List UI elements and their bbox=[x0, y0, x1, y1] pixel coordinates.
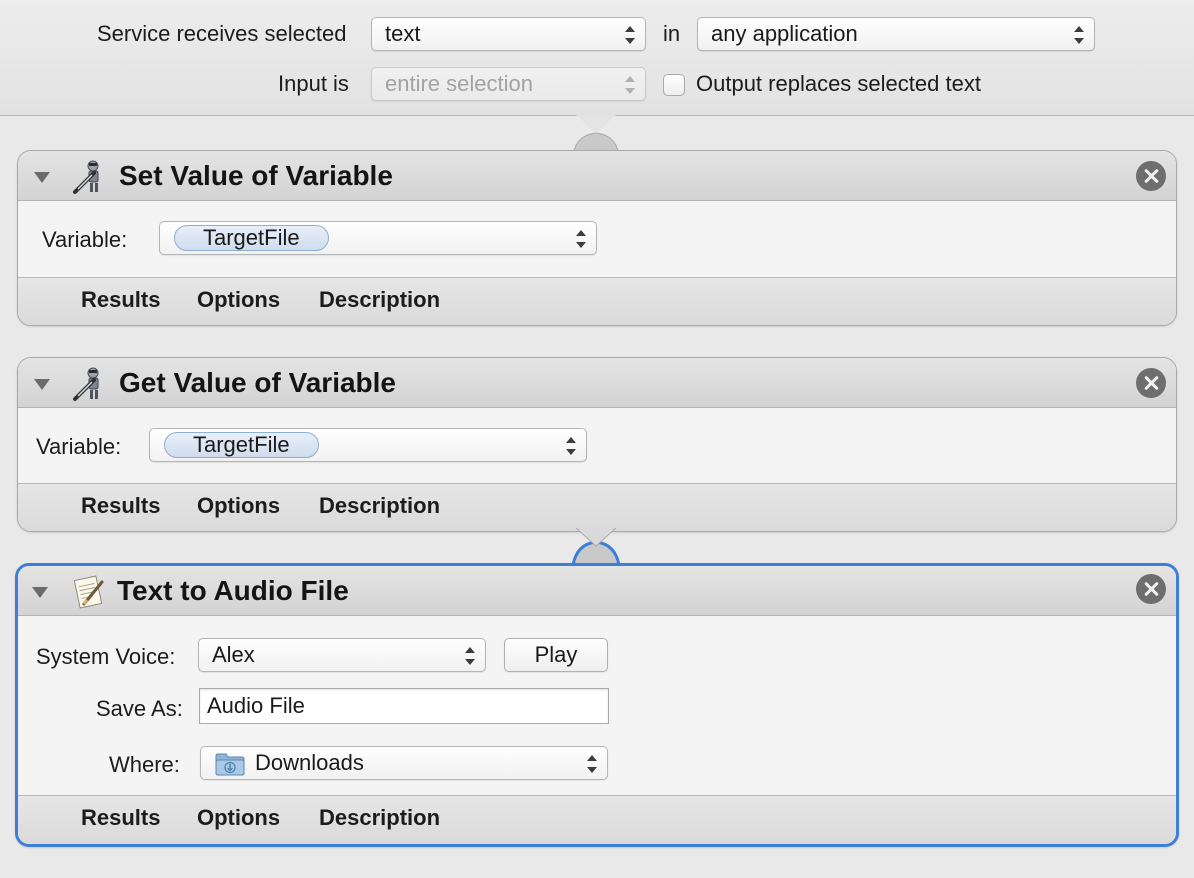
action-title-bar[interactable]: Get Value of Variable bbox=[18, 358, 1176, 408]
input-is-value: entire selection bbox=[385, 71, 533, 96]
disclosure-triangle-icon[interactable] bbox=[32, 587, 48, 598]
where-label: Where: bbox=[109, 752, 180, 777]
in-label: in bbox=[663, 21, 681, 46]
popup-arrows-icon bbox=[1074, 25, 1084, 45]
action-footer: Results Options Description bbox=[18, 795, 1176, 844]
action-title: Get Value of Variable bbox=[119, 367, 397, 398]
close-action-button[interactable] bbox=[1136, 368, 1166, 398]
options-tab[interactable]: Options bbox=[197, 493, 280, 519]
action-footer: Results Options Description bbox=[18, 483, 1176, 531]
variable-label: Variable: bbox=[36, 434, 122, 459]
action-body: System Voice: Alex Play Save As: Audio F… bbox=[18, 616, 1176, 798]
variable-token: TargetFile bbox=[164, 432, 319, 458]
workflow-connector bbox=[573, 115, 619, 152]
where-value: Downloads bbox=[255, 750, 364, 775]
action-title: Set Value of Variable bbox=[119, 160, 393, 191]
description-tab[interactable]: Description bbox=[319, 493, 440, 519]
application-popup[interactable]: any application bbox=[697, 17, 1095, 51]
service-header: Service receives selected text in any ap… bbox=[0, 0, 1194, 116]
results-tab[interactable]: Results bbox=[81, 805, 160, 831]
description-tab[interactable]: Description bbox=[319, 805, 440, 831]
close-action-button[interactable] bbox=[1136, 161, 1166, 191]
results-tab[interactable]: Results bbox=[81, 287, 160, 313]
action-set-value-of-variable[interactable]: Set Value of Variable Variable: TargetFi… bbox=[17, 150, 1177, 326]
variable-label: Variable: bbox=[42, 227, 128, 252]
action-footer: Results Options Description bbox=[18, 277, 1176, 325]
disclosure-triangle-icon[interactable] bbox=[34, 172, 50, 183]
popup-arrows-icon bbox=[587, 754, 597, 774]
system-voice-value: Alex bbox=[212, 642, 255, 667]
variable-popup[interactable]: TargetFile bbox=[159, 221, 597, 255]
action-title-bar[interactable]: Set Value of Variable bbox=[18, 151, 1176, 201]
system-voice-popup[interactable]: Alex bbox=[198, 638, 486, 672]
application-value: any application bbox=[711, 21, 858, 46]
downloads-folder-icon bbox=[215, 753, 245, 776]
play-button[interactable]: Play bbox=[504, 638, 608, 672]
input-is-label: Input is bbox=[278, 71, 349, 96]
output-replaces-label: Output replaces selected text bbox=[696, 71, 981, 96]
disclosure-triangle-icon[interactable] bbox=[34, 379, 50, 390]
save-as-field[interactable]: Audio File bbox=[199, 688, 609, 724]
save-as-label: Save As: bbox=[96, 696, 183, 721]
workflow-connector bbox=[571, 528, 621, 566]
output-replaces-checkbox[interactable] bbox=[663, 74, 685, 96]
service-receives-label: Service receives selected bbox=[97, 21, 347, 46]
variable-robot-icon bbox=[73, 367, 99, 401]
text-edit-icon bbox=[73, 575, 104, 609]
action-get-value-of-variable[interactable]: Get Value of Variable Variable: TargetFi… bbox=[17, 357, 1177, 532]
variable-robot-icon bbox=[73, 160, 99, 194]
popup-arrows-icon bbox=[566, 436, 576, 456]
where-popup[interactable]: Downloads bbox=[200, 746, 608, 780]
popup-arrows-icon bbox=[625, 75, 635, 95]
system-voice-label: System Voice: bbox=[36, 644, 176, 669]
variable-popup[interactable]: TargetFile bbox=[149, 428, 587, 462]
popup-arrows-icon bbox=[465, 646, 475, 666]
results-tab[interactable]: Results bbox=[81, 493, 160, 519]
options-tab[interactable]: Options bbox=[197, 287, 280, 313]
service-input-type-popup[interactable]: text bbox=[371, 17, 646, 51]
close-action-button[interactable] bbox=[1136, 574, 1166, 604]
popup-arrows-icon bbox=[576, 229, 586, 249]
input-is-popup: entire selection bbox=[371, 67, 646, 101]
action-title: Text to Audio File bbox=[117, 575, 349, 606]
service-input-type-value: text bbox=[385, 21, 421, 46]
action-body: Variable: TargetFile bbox=[18, 201, 1176, 279]
action-title-bar[interactable]: Text to Audio File bbox=[18, 566, 1176, 616]
action-body: Variable: TargetFile bbox=[18, 408, 1176, 485]
options-tab[interactable]: Options bbox=[197, 805, 280, 831]
variable-token: TargetFile bbox=[174, 225, 329, 251]
description-tab[interactable]: Description bbox=[319, 287, 440, 313]
action-text-to-audio-file[interactable]: Text to Audio File System Voice: Alex Pl… bbox=[15, 563, 1179, 847]
popup-arrows-icon bbox=[625, 25, 635, 45]
